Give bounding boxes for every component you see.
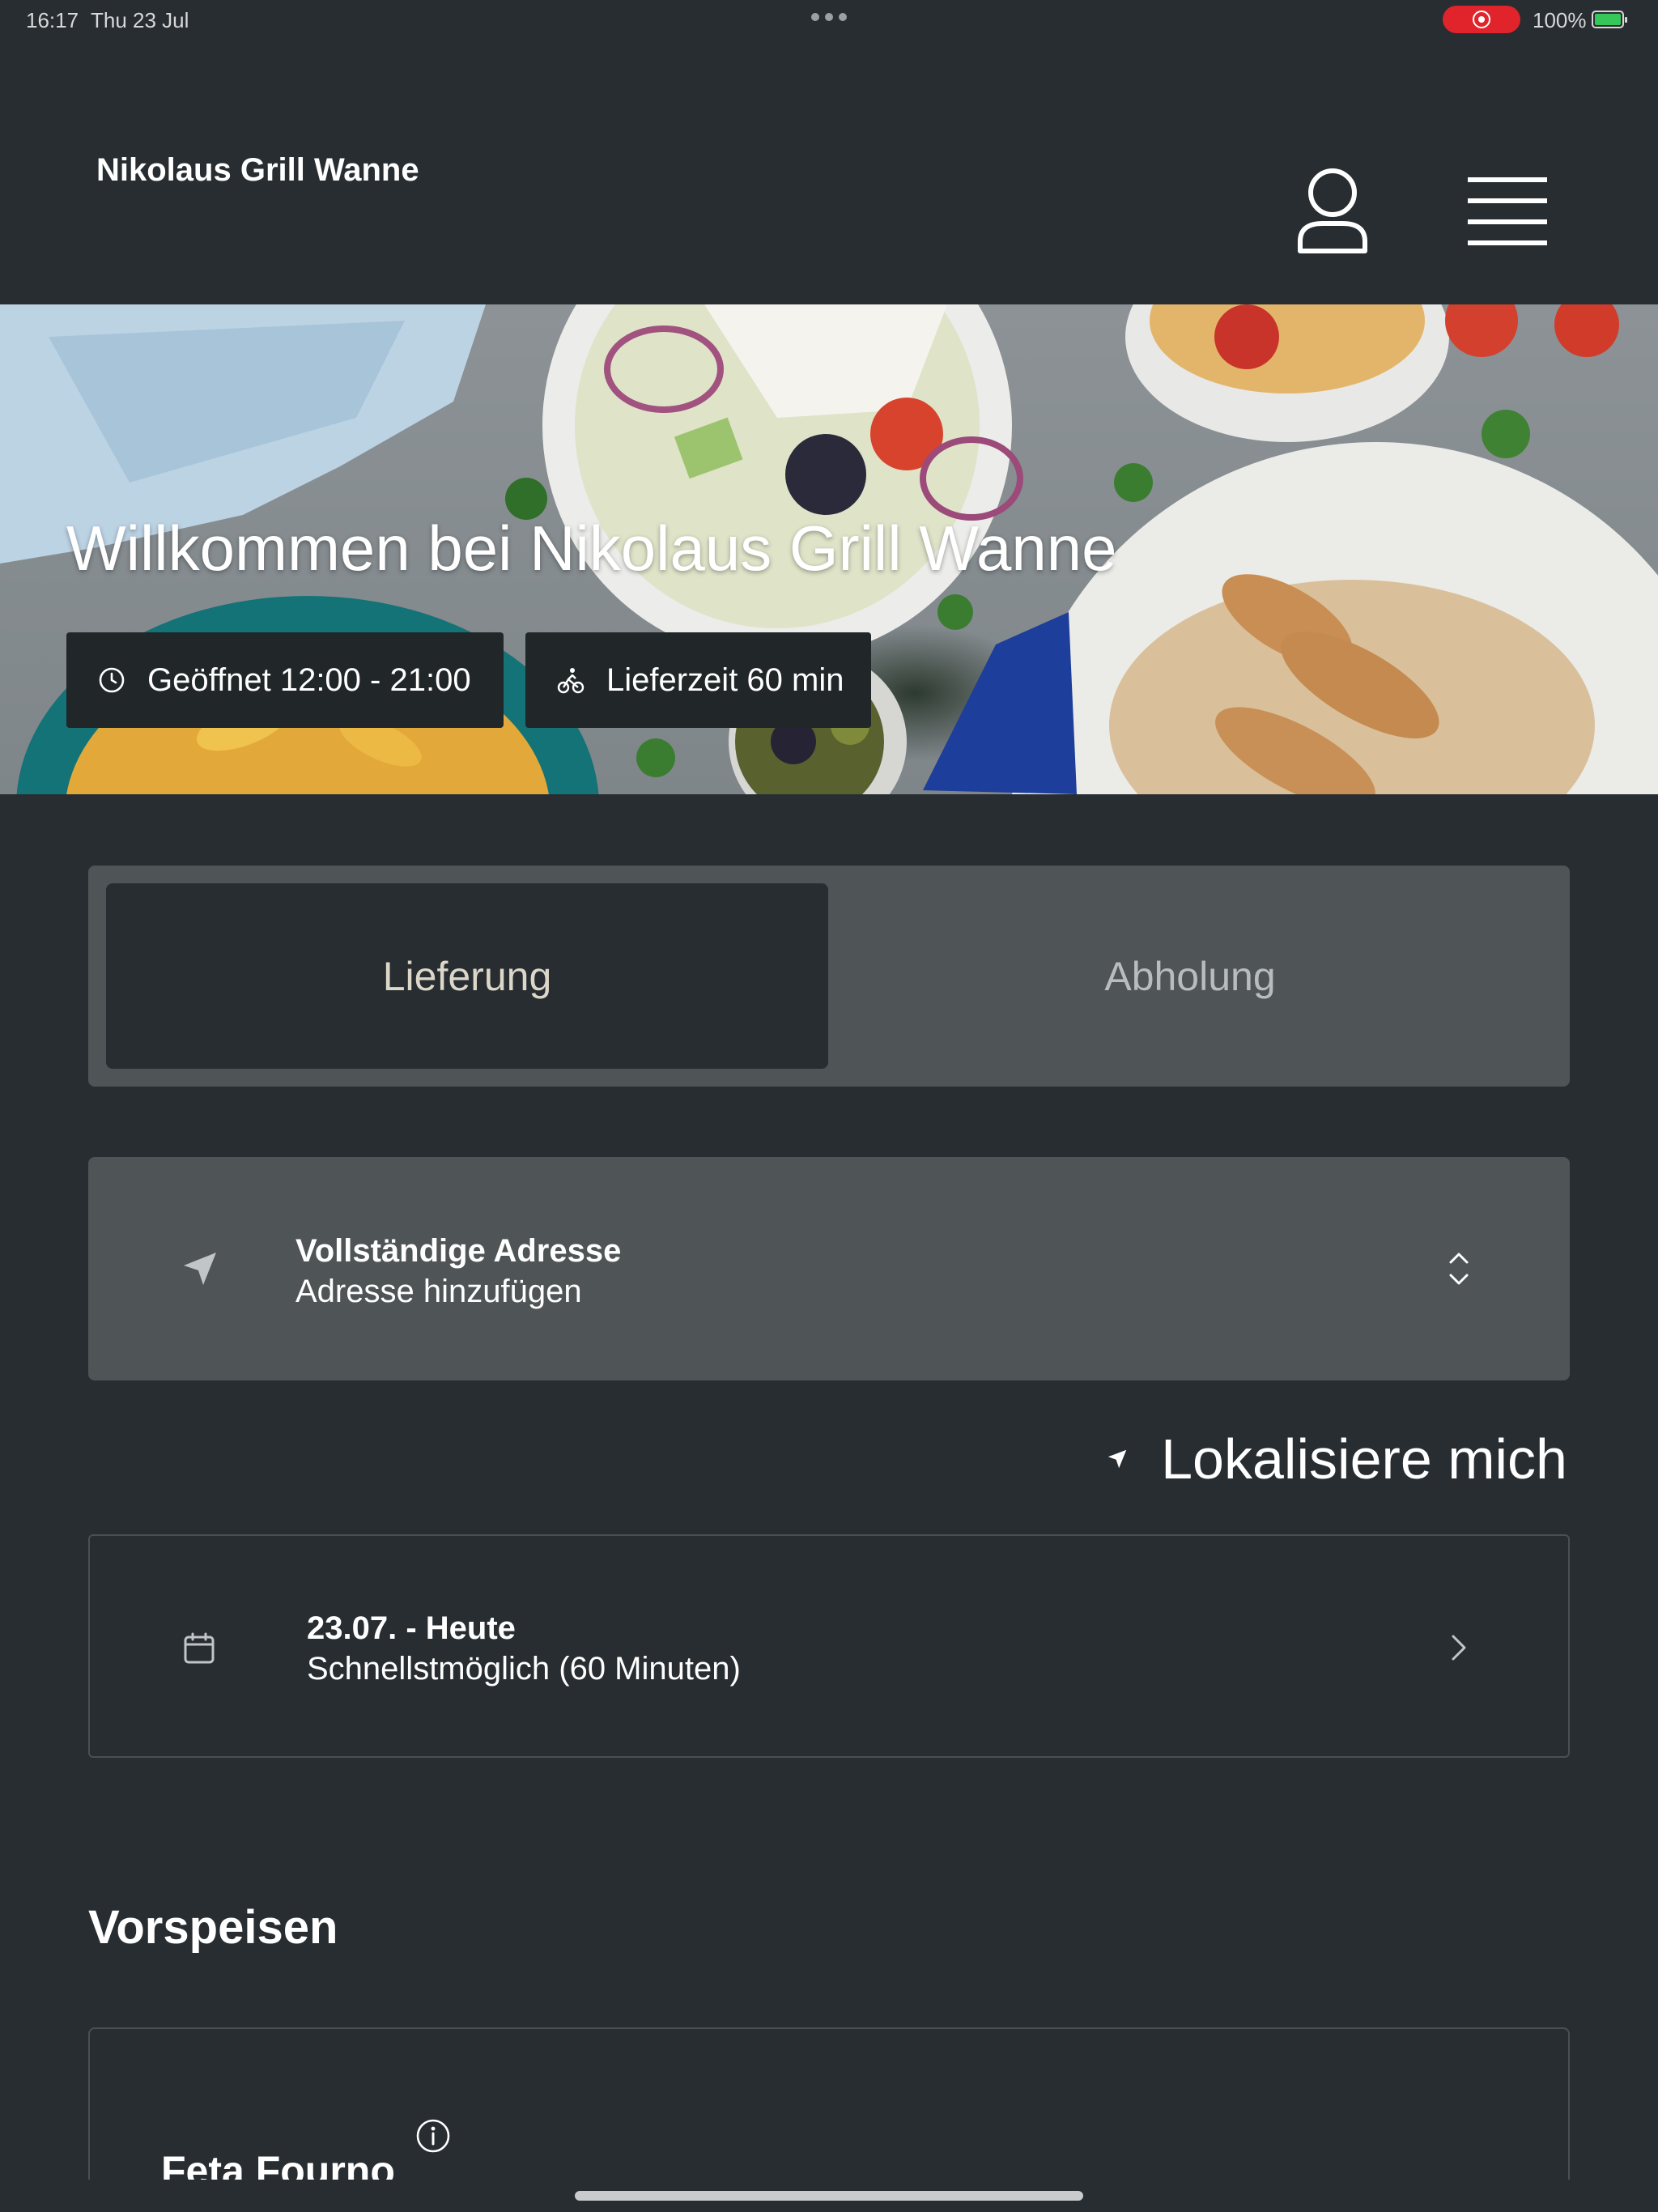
locate-me-button[interactable]: Lokalisiere mich [1106,1425,1567,1493]
schedule-date: 23.07. - Heute [307,1610,516,1646]
clock-icon [96,664,128,696]
hamburger-menu-icon[interactable] [1468,177,1547,245]
screen-recording-icon[interactable] [1443,6,1520,33]
chevron-right-icon [1452,1635,1466,1661]
battery-percentage: 100% [1533,8,1587,32]
location-arrow-icon [1107,1449,1127,1469]
hero-banner: Willkommen bei Nikolaus Grill Wanne Geöf… [0,304,1658,794]
delivery-time-text: Lieferzeit 60 min [606,661,844,698]
chevron-up-down-icon [1449,1253,1469,1285]
delivery-time-chip: Lieferzeit 60 min [525,632,871,728]
location-arrow-icon [184,1253,216,1285]
hero-title: Willkommen bei Nikolaus Grill Wanne [66,513,1117,584]
tab-pickup[interactable]: Abholung [828,883,1552,1069]
schedule-time: Schnellstmöglich (60 Minuten) [307,1651,741,1687]
info-icon[interactable] [415,2118,451,2154]
tab-delivery-label: Lieferung [382,953,552,999]
user-icon[interactable] [1295,167,1370,254]
restaurant-name[interactable]: Nikolaus Grill Wanne [96,152,419,189]
app-header: Nikolaus Grill Wanne [0,39,1658,304]
bicycle-courier-icon [555,664,587,696]
multitasking-dots-icon[interactable] [811,13,847,23]
order-mode-toggle: Lieferung Abholung [88,866,1570,1087]
home-indicator[interactable] [575,2191,1083,2201]
address-placeholder: Adresse hinzufügen [295,1274,582,1309]
locate-me-label: Lokalisiere mich [1161,1427,1567,1491]
status-bar: 16:17 Thu 23 Jul 100% [0,0,1658,39]
battery-icon [1592,11,1627,28]
address-selector[interactable]: Vollständige Adresse Adresse hinzufügen [88,1157,1570,1380]
calendar-icon [184,1632,215,1664]
status-time: 16:17 [26,8,79,32]
section-title: Vorspeisen [88,1901,338,1954]
tab-delivery[interactable]: Lieferung [106,883,828,1069]
opening-hours-chip: Geöffnet 12:00 - 21:00 [66,632,504,728]
tab-pickup-label: Abholung [1104,953,1276,999]
status-date: Thu 23 Jul [91,8,189,32]
delivery-schedule-selector[interactable]: 23.07. - Heute Schnellstmöglich (60 Minu… [88,1534,1570,1758]
opening-hours-text: Geöffnet 12:00 - 21:00 [147,661,471,698]
address-title: Vollständige Adresse [295,1233,622,1269]
